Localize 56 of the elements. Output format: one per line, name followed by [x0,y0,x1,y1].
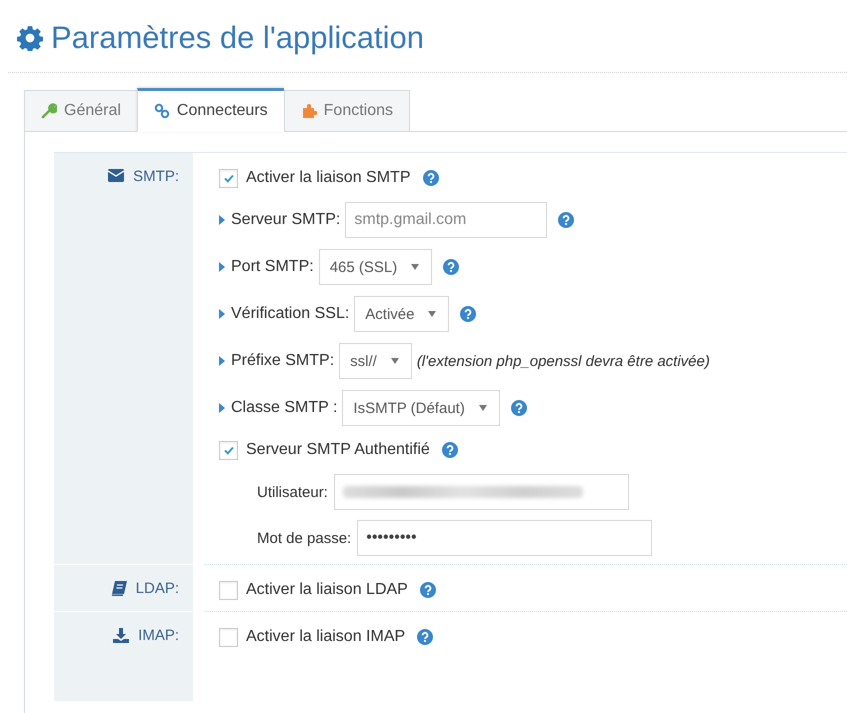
caret-icon [219,215,225,225]
page-title: Paramètres de l'application [51,20,424,56]
checkbox-label: Activer la liaison SMTP [246,169,410,187]
tab[interactable]: Général [24,90,137,132]
help-icon[interactable] [443,259,460,275]
caret-icon [219,262,225,272]
tab[interactable]: Fonctions [284,90,410,132]
section-label: IMAP: [138,628,179,644]
select-field[interactable]: ssl// [339,343,412,379]
caret-icon [219,403,225,413]
checkbox-label: Activer la liaison LDAP [246,581,408,599]
select-field[interactable]: IsSMTP (Défaut) [342,390,500,426]
field-label: Classe SMTP : [231,399,338,417]
wrench-icon [41,103,57,119]
section-label: SMTP: [133,169,179,185]
book-icon [110,581,127,596]
field-label: Préfixe SMTP: [231,352,334,370]
gear-icon [17,25,43,51]
checkbox-label: Activer la liaison IMAP [246,628,406,646]
input-field[interactable] [334,474,629,510]
section-label: LDAP: [136,581,179,597]
caret-icon [219,356,225,366]
select-field[interactable]: 465 (SSL) [318,249,432,285]
field-label: Serveur SMTP: [231,211,340,229]
caret-down-icon [428,311,436,317]
caret-down-icon [390,358,399,364]
field-label: Port SMTP: [231,258,314,276]
download-icon [113,628,130,643]
help-icon[interactable] [510,400,527,416]
help-icon[interactable] [420,582,436,598]
field-label: Utilisateur: [257,484,328,500]
input-field[interactable]: ••••••••• [357,520,652,556]
help-icon[interactable] [442,442,458,458]
field-label: Mot de passe: [257,530,352,546]
checkbox-label: Serveur SMTP Authentifié [246,441,430,459]
link-icon [154,103,170,119]
checkbox[interactable] [219,628,238,646]
select-field[interactable]: Activée [354,296,450,332]
tab[interactable]: Connecteurs [136,88,284,132]
help-icon[interactable] [417,629,434,645]
checkbox[interactable] [219,440,238,460]
input-field[interactable]: smtp.gmail.com [345,202,548,238]
help-icon[interactable] [558,212,574,228]
check-icon [222,444,234,456]
envelope-icon [108,169,124,182]
caret-icon [219,309,225,319]
help-icon[interactable] [422,170,438,186]
help-icon[interactable] [460,306,476,322]
puzzle-icon [300,103,317,119]
checkbox[interactable] [219,580,238,600]
caret-down-icon [478,405,487,411]
note-text: (l'extension php_openssl devra être activée) [416,352,710,370]
check-icon [222,172,234,184]
checkbox[interactable] [219,168,238,188]
field-label: Vérification SSL: [231,305,350,323]
caret-down-icon [411,264,420,270]
